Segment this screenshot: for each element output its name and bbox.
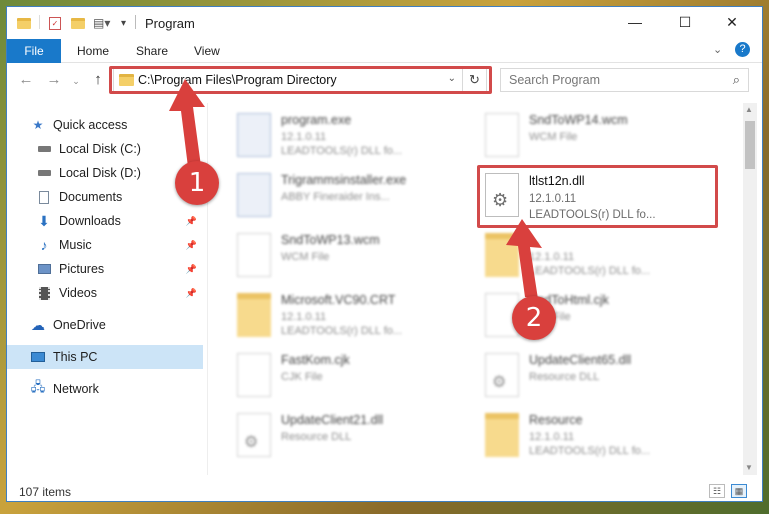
explorer-window: ✓ ▤▾ ▾ Program — ☐ ✕ File Home Share Vie… (6, 6, 763, 502)
step-badge-1: 1 (175, 161, 219, 205)
annotation-arrows (169, 79, 542, 299)
arrow-to-file (506, 219, 542, 299)
step-badge-2: 2 (512, 296, 556, 340)
